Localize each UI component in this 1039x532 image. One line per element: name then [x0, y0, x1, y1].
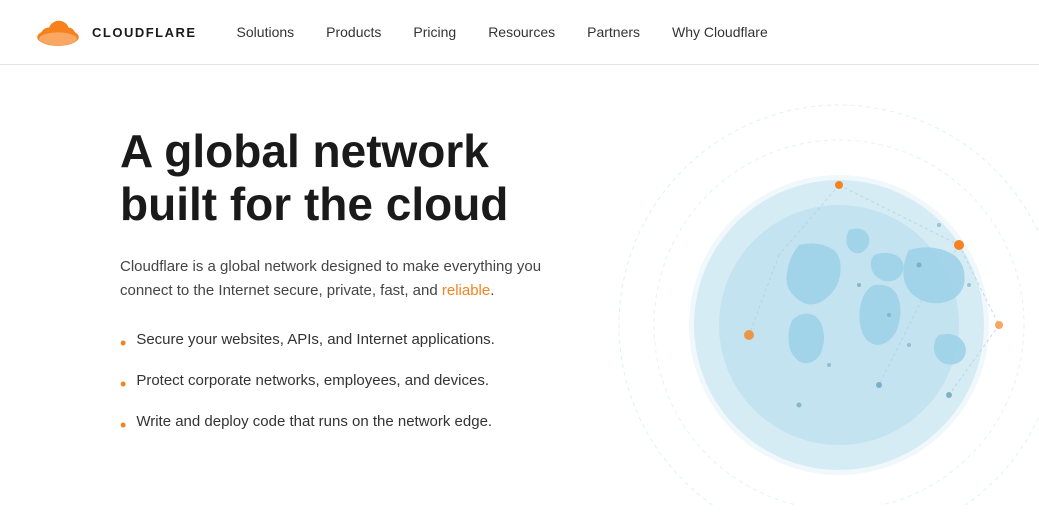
globe-svg	[599, 85, 1039, 505]
nav-item-resources[interactable]: Resources	[488, 24, 555, 40]
hero-subtext: Cloudflare is a global network designed …	[120, 255, 580, 303]
nav-item-products[interactable]: Products	[326, 24, 381, 40]
nav-item-solutions[interactable]: Solutions	[237, 24, 295, 40]
bullet-dot-2: •	[120, 372, 126, 397]
logo-text: CLOUDFLARE	[92, 25, 197, 40]
headline-line1: A global network	[120, 125, 489, 177]
headline-line2: built for the cloud	[120, 178, 508, 230]
bullet-dot-1: •	[120, 331, 126, 356]
subtext-link[interactable]: reliable	[442, 282, 490, 299]
subtext-after: .	[490, 282, 494, 299]
globe-illustration	[599, 85, 1039, 505]
hero-text: A global network built for the cloud Clo…	[120, 125, 640, 438]
cloudflare-logo-icon	[32, 14, 84, 50]
bullet-text-2: Protect corporate networks, employees, a…	[136, 372, 489, 389]
bullet-item-2: • Protect corporate networks, employees,…	[120, 372, 640, 397]
nav-item-why-cloudflare[interactable]: Why Cloudflare	[672, 24, 768, 40]
hero-section: A global network built for the cloud Clo…	[0, 65, 1039, 505]
hero-headline: A global network built for the cloud	[120, 125, 640, 231]
nav-item-pricing[interactable]: Pricing	[413, 24, 456, 40]
bullet-text-1: Secure your websites, APIs, and Internet…	[136, 331, 495, 348]
logo-area[interactable]: CLOUDFLARE	[32, 14, 197, 50]
hero-bullets: • Secure your websites, APIs, and Intern…	[120, 331, 640, 439]
site-header: CLOUDFLARE Solutions Products Pricing Re…	[0, 0, 1039, 65]
main-nav: Solutions Products Pricing Resources Par…	[237, 24, 768, 40]
bullet-dot-3: •	[120, 413, 126, 438]
bullet-item-3: • Write and deploy code that runs on the…	[120, 413, 640, 438]
bullet-text-3: Write and deploy code that runs on the n…	[136, 413, 492, 430]
nav-item-partners[interactable]: Partners	[587, 24, 640, 40]
bullet-item-1: • Secure your websites, APIs, and Intern…	[120, 331, 640, 356]
